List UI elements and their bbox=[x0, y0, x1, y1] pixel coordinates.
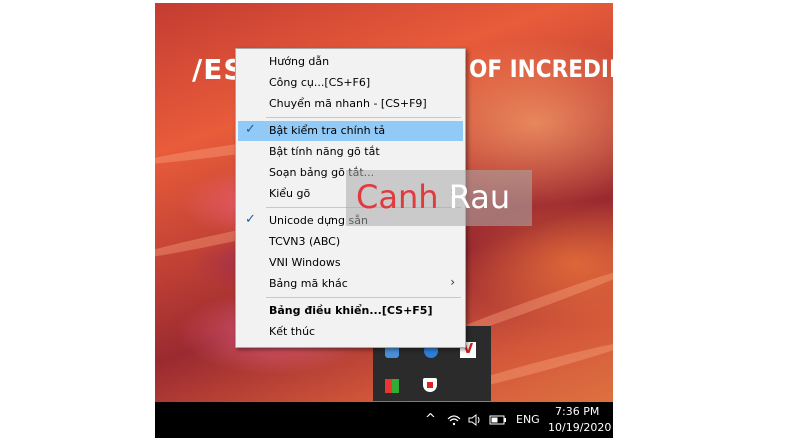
watermark-word-2: Rau bbox=[448, 178, 511, 216]
taskbar: ^ ENG 7:36 PM 10/19/2020 bbox=[155, 402, 613, 438]
battery-icon[interactable] bbox=[489, 415, 507, 425]
chevron-right-icon: › bbox=[450, 275, 455, 289]
menu-separator bbox=[266, 117, 461, 118]
menu-item-bang-dieu-khien[interactable]: Bảng điều khiển...[CS+F5] bbox=[238, 301, 463, 321]
menu-item-label: Chuyển mã nhanh - [CS+F9] bbox=[269, 97, 427, 110]
watermark-logo: Canh Rau bbox=[346, 170, 532, 226]
menu-item-label: VNI Windows bbox=[269, 256, 341, 269]
menu-item-tcvn3[interactable]: TCVN3 (ABC) bbox=[238, 232, 463, 252]
menu-item-bat-kiem-tra-chinh-ta[interactable]: ✓ Bật kiểm tra chính tả bbox=[238, 121, 463, 141]
menu-item-ket-thuc[interactable]: Kết thúc bbox=[238, 322, 463, 342]
menu-item-cong-cu[interactable]: Công cụ...[CS+F6] bbox=[238, 73, 463, 93]
clock-date[interactable]: 10/19/2020 bbox=[548, 421, 611, 434]
menu-item-label: Bật tính năng gõ tắt bbox=[269, 145, 380, 158]
wifi-icon[interactable] bbox=[447, 414, 461, 426]
shield-app-icon[interactable] bbox=[423, 378, 437, 392]
menu-item-chuyen-ma-nhanh[interactable]: Chuyển mã nhanh - [CS+F9] bbox=[238, 94, 463, 114]
menu-item-label: Bật kiểm tra chính tả bbox=[269, 124, 386, 137]
menu-item-vni-windows[interactable]: VNI Windows bbox=[238, 253, 463, 273]
menu-item-bat-go-tat[interactable]: Bật tính năng gõ tắt bbox=[238, 142, 463, 162]
menu-item-huong-dan[interactable]: Hướng dẫn bbox=[238, 52, 463, 72]
menu-item-label: Kiểu gõ bbox=[269, 187, 311, 200]
menu-item-bang-ma-khac[interactable]: Bảng mã khác › bbox=[238, 274, 463, 294]
clock-time[interactable]: 7:36 PM bbox=[555, 405, 599, 418]
watermark-word-1: Canh bbox=[356, 178, 439, 216]
menu-item-label: Bảng mã khác bbox=[269, 277, 348, 290]
color-app-icon[interactable] bbox=[385, 379, 399, 393]
language-indicator[interactable]: ENG bbox=[516, 413, 540, 426]
volume-icon[interactable] bbox=[468, 414, 482, 426]
menu-item-label: Hướng dẫn bbox=[269, 55, 330, 68]
menu-item-label: Bảng điều khiển...[CS+F5] bbox=[269, 304, 433, 317]
menu-item-label: Công cụ...[CS+F6] bbox=[269, 76, 371, 89]
menu-item-label: Kết thúc bbox=[269, 325, 316, 338]
check-icon: ✓ bbox=[245, 212, 256, 227]
menu-separator bbox=[266, 297, 461, 298]
menu-item-label: TCVN3 (ABC) bbox=[269, 235, 341, 248]
brand-slogan-text: OF INCREDIBL bbox=[469, 55, 613, 83]
check-icon: ✓ bbox=[245, 122, 256, 137]
show-hidden-icons-button[interactable]: ^ bbox=[425, 412, 436, 427]
